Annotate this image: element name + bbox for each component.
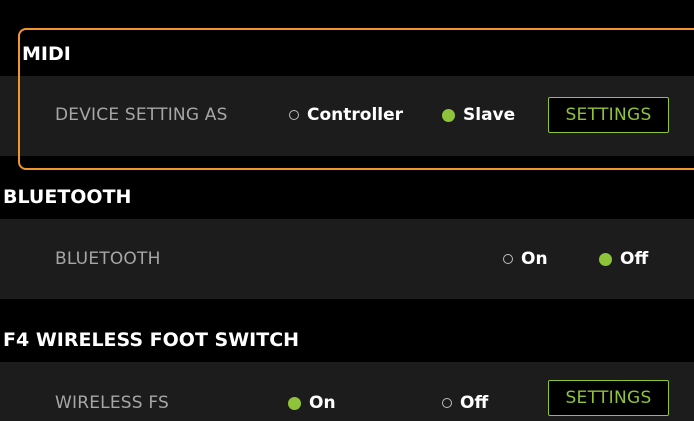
f4-section-header: F4 WIRELESS FOOT SWITCH <box>0 318 694 362</box>
bluetooth-row: BLUETOOTH On Off <box>0 219 694 299</box>
bluetooth-option-off[interactable]: Off <box>599 249 648 269</box>
wireless-fs-option-off-label: Off <box>460 393 489 413</box>
midi-settings-button[interactable]: SETTINGS <box>548 97 669 133</box>
wireless-fs-option-off[interactable]: Off <box>442 393 488 413</box>
midi-option-slave[interactable]: Slave <box>442 105 515 125</box>
midi-section-title: MIDI <box>22 43 71 65</box>
midi-option-controller[interactable]: Controller <box>289 105 403 125</box>
bluetooth-option-on[interactable]: On <box>503 249 548 269</box>
radio-unselected-icon <box>442 398 452 408</box>
f4-section-title: F4 WIRELESS FOOT SWITCH <box>3 329 300 351</box>
bluetooth-option-off-label: Off <box>620 249 649 269</box>
midi-option-slave-label: Slave <box>463 105 516 125</box>
midi-section-header: MIDI <box>0 32 694 76</box>
midi-option-controller-label: Controller <box>307 105 404 125</box>
radio-unselected-icon <box>503 254 513 264</box>
midi-settings-button-label: SETTINGS <box>565 105 652 125</box>
midi-device-setting-label: DEVICE SETTING AS <box>55 105 228 125</box>
wireless-fs-option-on[interactable]: On <box>288 393 336 413</box>
radio-selected-icon <box>442 108 455 122</box>
bluetooth-section-header: BLUETOOTH <box>0 175 694 219</box>
wireless-fs-label: WIRELESS FS <box>55 393 170 413</box>
wireless-fs-option-on-label: On <box>309 393 336 413</box>
radio-selected-icon <box>288 396 301 410</box>
radio-unselected-icon <box>289 110 299 120</box>
midi-device-setting-row: DEVICE SETTING AS Controller Slave SETTI… <box>0 76 694 156</box>
wireless-fs-row: WIRELESS FS On Off SETTINGS <box>0 362 694 421</box>
bluetooth-section-title: BLUETOOTH <box>3 186 132 208</box>
wireless-fs-settings-button-label: SETTINGS <box>565 388 652 408</box>
radio-selected-icon <box>599 252 612 266</box>
bluetooth-label: BLUETOOTH <box>55 249 161 269</box>
bluetooth-option-on-label: On <box>521 249 548 269</box>
wireless-fs-settings-button[interactable]: SETTINGS <box>548 380 669 416</box>
